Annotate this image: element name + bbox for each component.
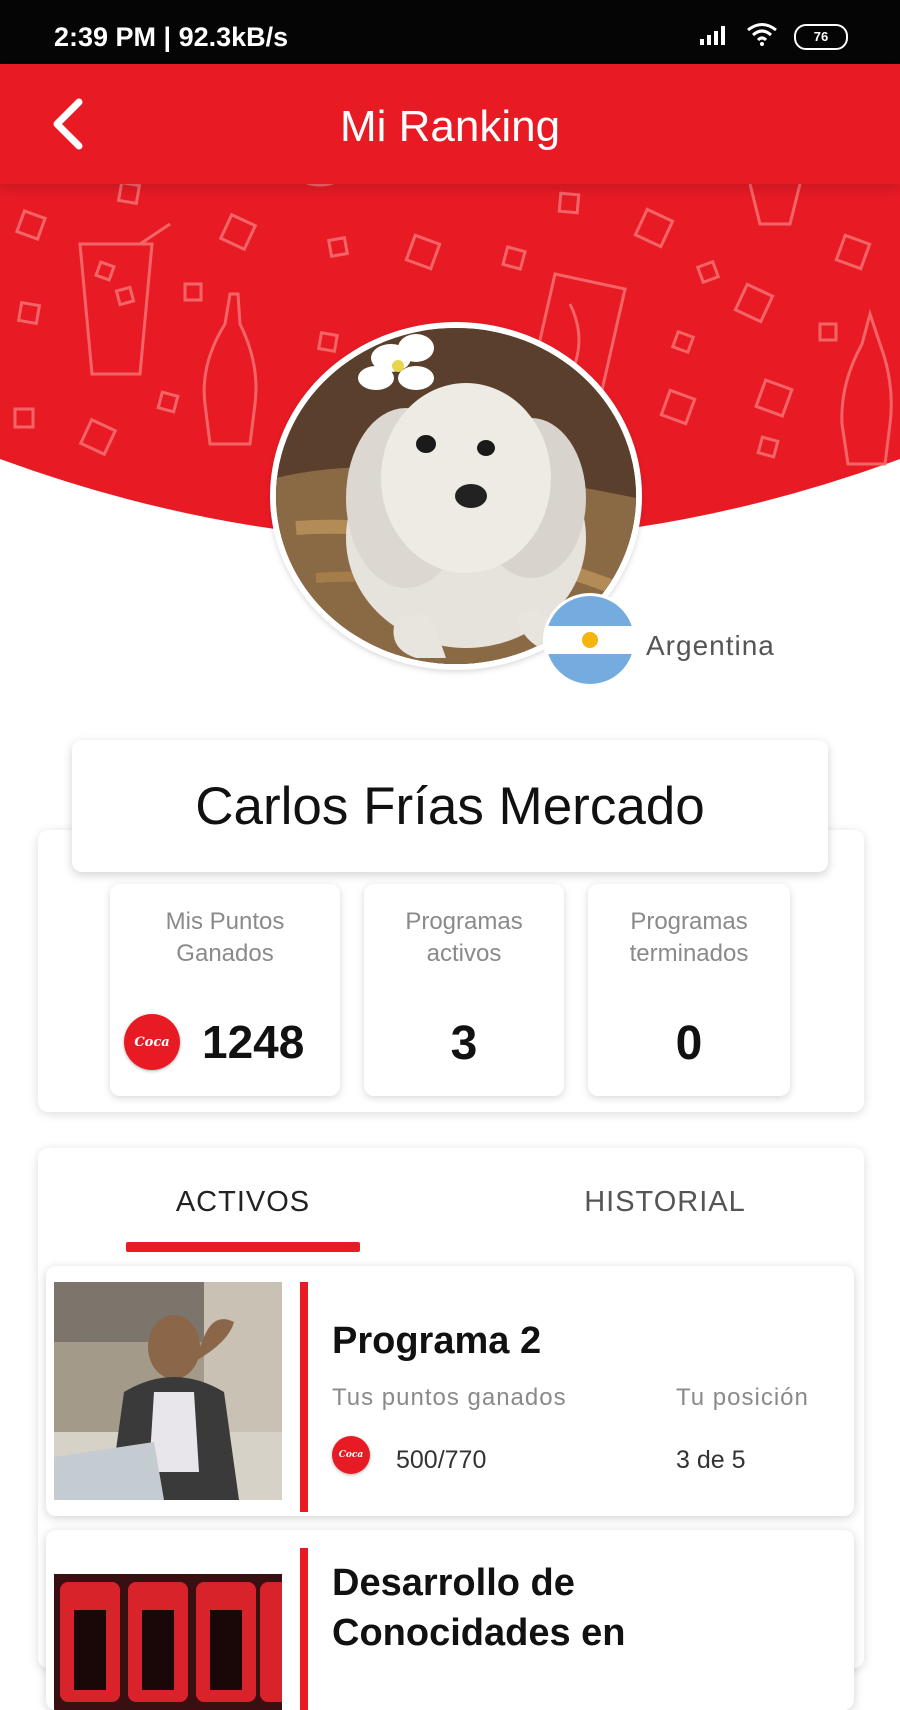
program-thumbnail (54, 1282, 282, 1500)
finished-programs-value: 0 (675, 1017, 703, 1070)
points-value: 500/770 (396, 1446, 487, 1474)
program-thumbnail (54, 1574, 282, 1710)
argentina-flag-icon (543, 593, 637, 687)
stat-points: Mis Puntos Ganados Coca 1248 (110, 884, 340, 1096)
stat-finished-programs: Programas terminados 0 (588, 884, 790, 1096)
active-programs-value: 3 (450, 1017, 478, 1070)
signal-icon (700, 23, 730, 50)
profile-name: Carlos Frías Mercado (195, 776, 705, 836)
program-name: Programa 2 (332, 1320, 542, 1362)
status-bar: 2:39 PM | 92.3kB/s 76 (0, 0, 900, 64)
page-title: Mi Ranking (339, 102, 561, 151)
points-label: Tus puntos ganados (332, 1384, 567, 1411)
stat-label: Programas terminados (629, 908, 749, 967)
stat-label: Mis Puntos Ganados (165, 908, 285, 967)
app-bar: Mi Ranking (0, 64, 900, 184)
stat-active-programs: Programas activos 3 (364, 884, 564, 1096)
country-label: Argentina (646, 630, 775, 661)
status-time: 2:39 PM | 92.3kB/s (54, 22, 289, 52)
program-card[interactable]: Programa 2 Tus puntos ganados Tu posició… (46, 1266, 854, 1516)
tab-historial[interactable]: HISTORIAL (560, 1186, 770, 1219)
status-icons: 76 (700, 22, 848, 51)
program-divider (300, 1548, 308, 1710)
coca-cola-badge-icon: Coca (124, 1014, 180, 1070)
program-name: Desarrollo de Conocidades en (332, 1562, 626, 1654)
program-card[interactable]: Desarrollo de Conocidades en (46, 1530, 854, 1710)
program-divider (300, 1282, 308, 1512)
wifi-icon (746, 22, 778, 51)
coca-cola-badge-icon: Coca (332, 1436, 370, 1474)
tab-activos[interactable]: ACTIVOS (126, 1186, 360, 1219)
active-tab-indicator (126, 1242, 360, 1252)
profile-name-card: Carlos Frías Mercado (72, 740, 828, 872)
points-row: Coca 1248 (124, 1014, 304, 1070)
stat-label: Programas activos (405, 908, 523, 967)
battery-icon: 76 (794, 23, 848, 50)
position-value: 3 de 5 (676, 1446, 746, 1474)
points-value: 1248 (202, 1016, 305, 1068)
position-label: Tu posición (676, 1384, 809, 1411)
